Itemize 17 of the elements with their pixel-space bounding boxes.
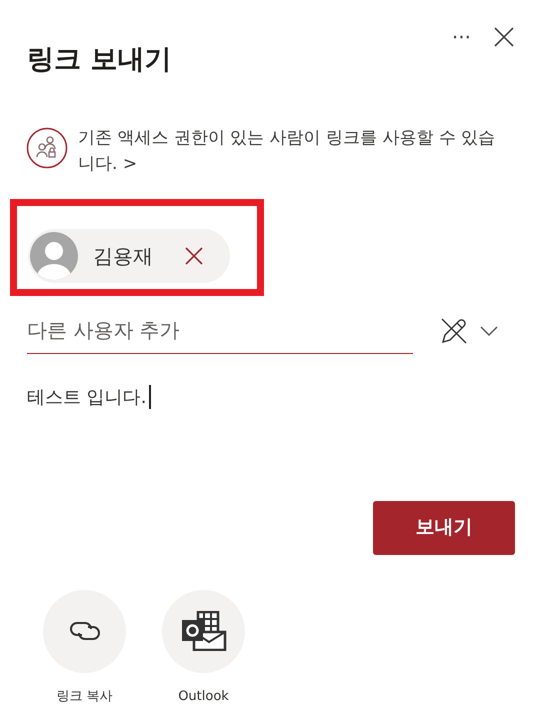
panel-title: 링크 보내기 [27,43,172,77]
remove-icon[interactable] [184,246,204,266]
share-option-label: Outlook [178,688,229,706]
link-icon [68,619,102,643]
add-people-field[interactable]: 다른 사용자 추가 [27,308,413,354]
close-icon[interactable] [493,26,515,48]
mail-calendar-icon [180,611,226,651]
pencil-icon[interactable] [440,316,468,344]
chevron-down-icon[interactable] [480,324,498,336]
share-option-label: 링크 복사 [56,688,113,706]
more-button[interactable]: ··· [452,27,471,47]
send-button[interactable]: 보내기 [373,500,515,554]
avatar-icon [29,230,79,280]
recipient-name: 김용재 [93,242,153,270]
people-lock-icon [26,126,68,168]
access-notice[interactable]: 기존 액세스 권한이 있는 사람이 링크를 사용할 수 있습니다. > [78,124,499,176]
message-field[interactable]: 테스트 입니다. [27,384,151,410]
